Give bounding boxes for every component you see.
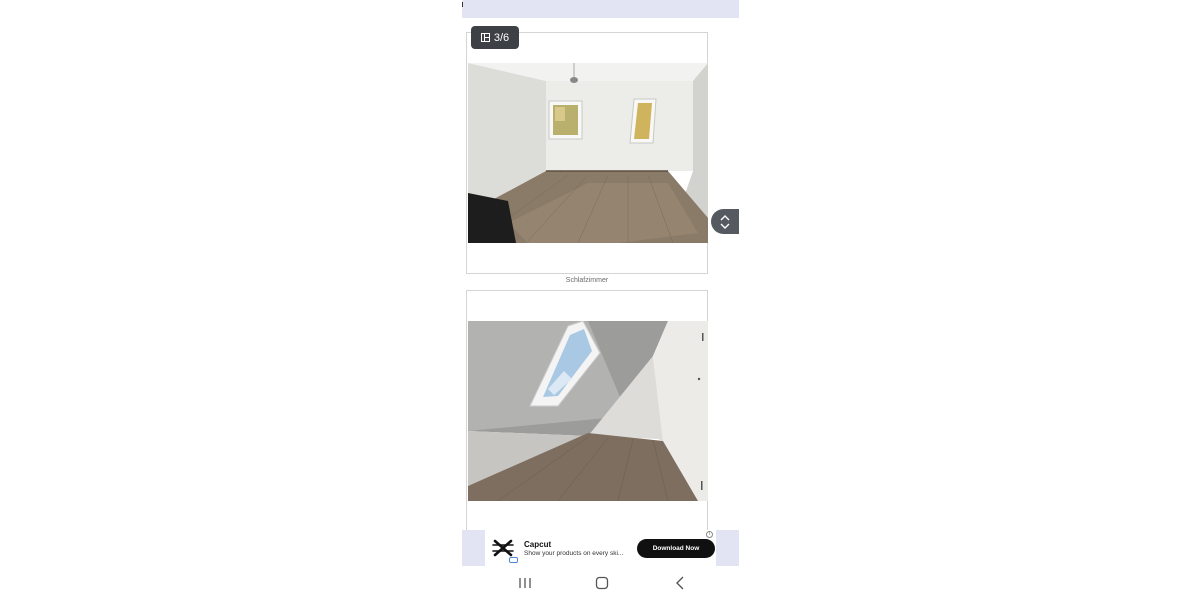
gallery-icon: [480, 33, 490, 42]
download-now-button[interactable]: Download Now: [637, 539, 715, 558]
top-banner: [462, 0, 739, 18]
back-button[interactable]: [669, 574, 691, 592]
bedroom-photo[interactable]: [468, 63, 708, 243]
ad-info-icon[interactable]: i: [706, 531, 713, 538]
recents-button[interactable]: [514, 574, 536, 592]
attic-room-photo[interactable]: [468, 321, 708, 501]
banner-mark: [462, 2, 463, 7]
ad-choices-icon[interactable]: [509, 557, 518, 563]
photo-counter-badge[interactable]: 3/6: [471, 26, 519, 49]
photo-caption: Schlafzimmer: [565, 277, 609, 284]
photo-card[interactable]: [466, 32, 708, 274]
scroll-toggle-button[interactable]: [711, 209, 739, 234]
ad-content[interactable]: Capcut Show your products on every ski..…: [485, 530, 716, 566]
back-icon: [676, 576, 684, 590]
home-icon: [595, 576, 609, 590]
capcut-logo-icon: [492, 539, 514, 557]
chevron-up-down-icon: [720, 214, 730, 229]
ad-banner: Capcut Show your products on every ski..…: [462, 530, 739, 566]
recents-icon: [519, 578, 531, 588]
photo-counter-text: 3/6: [493, 31, 510, 44]
home-button[interactable]: [591, 574, 613, 592]
photo-card[interactable]: [466, 290, 708, 530]
listing-gallery: 3/6 Schlafzimmer Capcut Show your produc…: [462, 0, 739, 566]
system-nav-bar: [462, 566, 739, 600]
ad-description: Show your products on every ski...: [524, 550, 624, 557]
ad-title: Capcut: [524, 540, 552, 549]
screen: 3/6 Schlafzimmer Capcut Show your produc…: [0, 0, 1200, 600]
